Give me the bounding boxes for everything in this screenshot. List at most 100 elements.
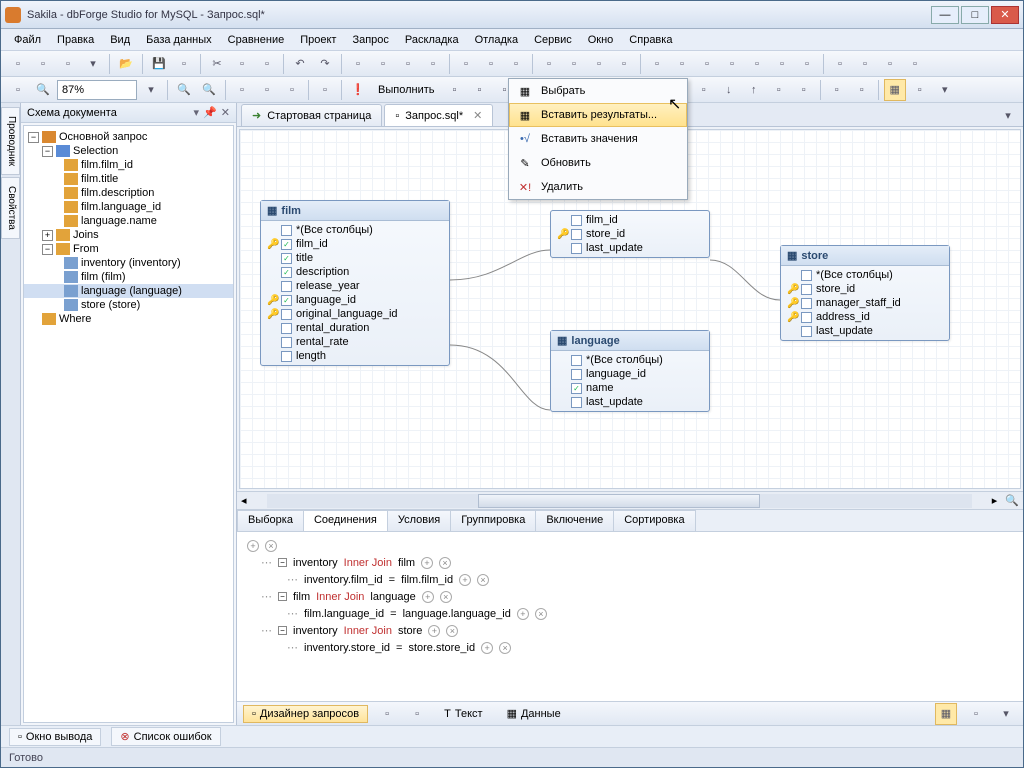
tb-11-icon[interactable]: ▫ xyxy=(613,53,635,75)
ltab-cond[interactable]: Условия xyxy=(387,510,451,531)
tb-7-icon[interactable]: ▫ xyxy=(505,53,527,75)
redo-icon[interactable]: ↷ xyxy=(314,53,336,75)
text-button[interactable]: TТекст xyxy=(436,706,490,722)
panel-dd-icon[interactable]: ▾ xyxy=(194,106,200,119)
ltab-select[interactable]: Выборка xyxy=(237,510,304,531)
table-row[interactable]: length xyxy=(265,349,445,363)
sort-desc-icon[interactable]: ↑ xyxy=(743,79,765,101)
tb-17-icon[interactable]: ▫ xyxy=(771,53,793,75)
menu-compare[interactable]: Сравнение xyxy=(221,32,292,48)
tb-4-icon[interactable]: ▫ xyxy=(422,53,444,75)
menu-help[interactable]: Справка xyxy=(622,32,679,48)
bb-dd-icon[interactable]: ▾ xyxy=(995,703,1017,725)
tb-14-icon[interactable]: ▫ xyxy=(696,53,718,75)
menu-file[interactable]: Файл xyxy=(7,32,48,48)
horizontal-scrollbar[interactable]: ◂▸🔍 xyxy=(237,491,1023,509)
table-film[interactable]: ▦film *(Все столбцы)🔑✓film_id✓title✓desc… xyxy=(260,200,450,366)
tb2-3-icon[interactable]: ▫ xyxy=(281,79,303,101)
sort-asc-icon[interactable]: ↓ xyxy=(718,79,740,101)
table-store[interactable]: ▦store *(Все столбцы)🔑store_id🔑manager_s… xyxy=(780,245,950,341)
table-row[interactable]: ✓title xyxy=(265,251,445,265)
menu-select[interactable]: ▦Выбрать xyxy=(509,79,687,103)
exclaim-icon[interactable]: ❗ xyxy=(347,79,369,101)
zoom-out-icon[interactable]: 🔍 xyxy=(198,79,220,101)
close-button[interactable]: ✕ xyxy=(991,6,1019,24)
table-row[interactable]: ✓name xyxy=(555,381,705,395)
ltab-sort[interactable]: Сортировка xyxy=(613,510,695,531)
table-row[interactable]: last_update xyxy=(555,241,705,255)
menu-update[interactable]: ✎Обновить xyxy=(509,151,687,175)
tb-3-icon[interactable]: ▫ xyxy=(397,53,419,75)
tb-5-icon[interactable]: ▫ xyxy=(455,53,477,75)
designer-button[interactable]: ▫Дизайнер запросов xyxy=(243,705,368,723)
menu-project[interactable]: Проект xyxy=(293,32,343,48)
save-icon[interactable]: 💾 xyxy=(148,53,170,75)
grid-icon[interactable]: ▦ xyxy=(884,79,906,101)
ct-5-icon[interactable]: ▫ xyxy=(793,79,815,101)
output-button[interactable]: ▫Окно вывода xyxy=(9,728,101,746)
open-icon[interactable]: 📂 xyxy=(115,53,137,75)
tb2-1-icon[interactable]: ▫ xyxy=(231,79,253,101)
minimize-button[interactable]: — xyxy=(931,6,959,24)
table-row[interactable]: ✓description xyxy=(265,265,445,279)
menu-delete[interactable]: ✕!Удалить xyxy=(509,175,687,199)
tb-12-icon[interactable]: ▫ xyxy=(646,53,668,75)
tb-13-icon[interactable]: ▫ xyxy=(671,53,693,75)
ct-8-icon[interactable]: ▫ xyxy=(909,79,931,101)
data-button[interactable]: ▦Данные xyxy=(499,705,569,722)
tree-selection[interactable]: Selection xyxy=(73,145,118,157)
table-row[interactable]: 🔑manager_staff_id xyxy=(785,296,945,310)
table-row[interactable]: *(Все столбцы) xyxy=(785,268,945,282)
paste-icon[interactable]: ▫ xyxy=(256,53,278,75)
table-row[interactable]: film_id xyxy=(555,213,705,227)
menu-view[interactable]: Вид xyxy=(103,32,137,48)
tree-item[interactable]: film.film_id xyxy=(81,159,133,171)
search-icon[interactable]: 🔍 xyxy=(1001,494,1023,507)
menu-window[interactable]: Окно xyxy=(581,32,621,48)
table-row[interactable]: 🔑store_id xyxy=(785,282,945,296)
table-row[interactable]: 🔑✓film_id xyxy=(265,237,445,251)
zoom-in-icon[interactable]: 🔍 xyxy=(173,79,195,101)
table-row[interactable]: release_year xyxy=(265,279,445,293)
ct-4-icon[interactable]: ▫ xyxy=(768,79,790,101)
table-row[interactable]: *(Все столбцы) xyxy=(265,223,445,237)
sidetab-explorer[interactable]: Проводник xyxy=(1,107,20,175)
bb-3-icon[interactable]: ▫ xyxy=(965,703,987,725)
exec-2-icon[interactable]: ▫ xyxy=(468,79,490,101)
table-row[interactable]: last_update xyxy=(785,324,945,338)
new-sql-icon[interactable]: ▫ xyxy=(7,53,29,75)
tree-item[interactable]: inventory (inventory) xyxy=(81,257,181,269)
menu-layout[interactable]: Раскладка xyxy=(398,32,466,48)
tab-query[interactable]: ▫Запрос.sql*✕ xyxy=(384,104,493,126)
tree-where[interactable]: Where xyxy=(59,313,91,325)
schema-tree[interactable]: −Основной запрос −Selection film.film_id… xyxy=(23,125,234,723)
zoom-icon[interactable]: 🔍 xyxy=(32,79,54,101)
ct-3-icon[interactable]: ▫ xyxy=(693,79,715,101)
tree-joins[interactable]: Joins xyxy=(73,229,99,241)
menu-insert-results[interactable]: ▦Вставить результаты... xyxy=(509,103,687,127)
tb-8-icon[interactable]: ▫ xyxy=(538,53,560,75)
zoom-input[interactable] xyxy=(57,80,137,100)
menu-service[interactable]: Сервис xyxy=(527,32,579,48)
undo-icon[interactable]: ↶ xyxy=(289,53,311,75)
tb-19-icon[interactable]: ▫ xyxy=(829,53,851,75)
tree-item[interactable]: film.language_id xyxy=(81,201,161,213)
tb-16-icon[interactable]: ▫ xyxy=(746,53,768,75)
copy-icon[interactable]: ▫ xyxy=(231,53,253,75)
print-icon[interactable]: ▫ xyxy=(314,79,336,101)
bb-1-icon[interactable]: ▫ xyxy=(376,703,398,725)
tb-18-icon[interactable]: ▫ xyxy=(796,53,818,75)
menu-query[interactable]: Запрос xyxy=(345,32,395,48)
execute-label[interactable]: Выполнить xyxy=(372,84,440,96)
tb-10-icon[interactable]: ▫ xyxy=(588,53,610,75)
tree-item[interactable]: language (language) xyxy=(81,285,182,297)
table-row[interactable]: 🔑✓language_id xyxy=(265,293,445,307)
panel-close-icon[interactable]: ✕ xyxy=(221,106,230,119)
exec-dd-icon[interactable]: ▫ xyxy=(443,79,465,101)
menu-edit[interactable]: Правка xyxy=(50,32,101,48)
tree-item[interactable]: store (store) xyxy=(81,299,140,311)
ct-7-icon[interactable]: ▫ xyxy=(851,79,873,101)
tabs-dd-icon[interactable]: ▾ xyxy=(997,104,1019,126)
tb-21-icon[interactable]: ▫ xyxy=(879,53,901,75)
new-doc-icon[interactable]: ▫ xyxy=(57,53,79,75)
